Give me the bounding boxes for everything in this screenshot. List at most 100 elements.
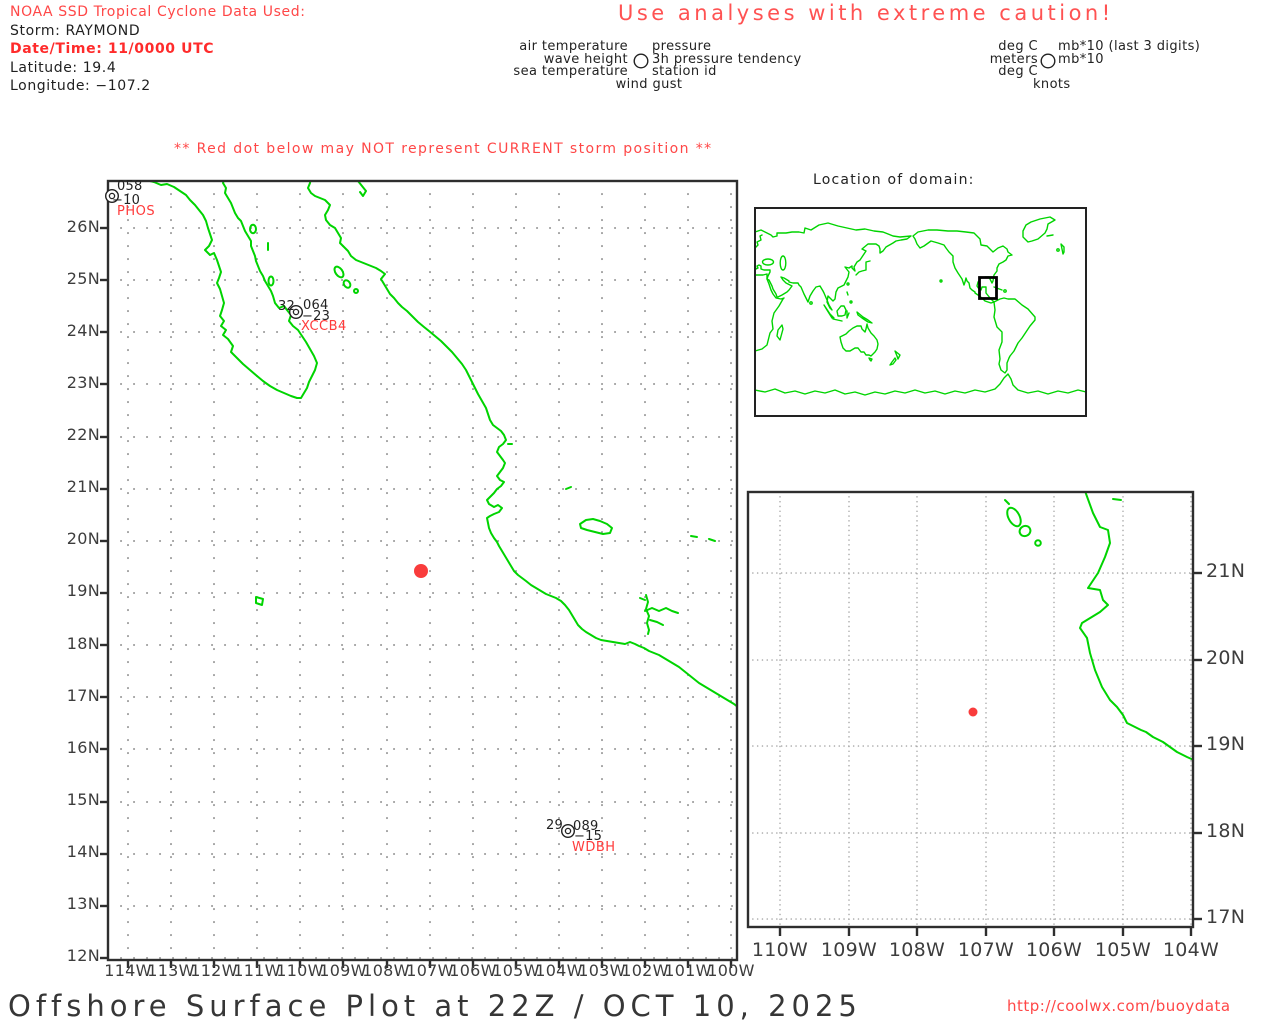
source-url: http://coolwx.com/buoydata: [1007, 997, 1231, 1015]
station-XCCB4-id: XCCB4: [301, 319, 347, 334]
inset-lon-105W: 105W: [1094, 939, 1152, 961]
storm-position-dot: [414, 564, 428, 578]
sonora-inland-water: [357, 181, 367, 197]
isla-carmen: [267, 275, 275, 287]
americas-coast: [912, 229, 1036, 374]
uk: [1060, 243, 1065, 255]
inset-lon-110W: 110W: [751, 939, 809, 961]
main-lat-24N: 24N: [66, 321, 100, 340]
main-lat-21N: 21N: [66, 477, 100, 496]
madagascar: [776, 324, 784, 341]
legend-wind-gust: wind gust: [615, 77, 683, 92]
caution-heading: Use analyses with extreme caution!: [618, 1, 1114, 25]
legend-sea-temp: sea temperature: [513, 64, 628, 79]
inset-lat-18N: 18N: [1206, 820, 1246, 842]
coastal-lagoon-inset: [1112, 498, 1122, 501]
legend-units-circle: [1040, 53, 1056, 69]
eurasia-coast: [755, 222, 912, 311]
socorro-island: [255, 596, 264, 606]
inset-lat-21N: 21N: [1206, 560, 1246, 582]
longitude-line: Longitude: −107.2: [10, 78, 151, 94]
lake-chapala: [579, 518, 613, 535]
latitude-line: Latitude: 19.4: [10, 60, 117, 76]
legend-unit-wind-gust: knots: [1033, 77, 1071, 92]
inset-lon-104W: 104W: [1162, 939, 1220, 961]
australia: [839, 323, 879, 357]
legend-unit-tendency: mb*10: [1058, 52, 1104, 67]
hawaii: [939, 279, 943, 283]
inset-lat-20N: 20N: [1206, 647, 1246, 669]
black-sea: [761, 258, 775, 266]
new-zealand-north: [894, 350, 901, 360]
philippines: [846, 291, 849, 296]
islet-inset: [1004, 499, 1010, 505]
isla-maria-madre-inset: [1006, 506, 1022, 528]
isla-tortuga: [249, 223, 257, 235]
hispaniola: [1003, 289, 1007, 293]
main-lat-22N: 22N: [66, 425, 100, 444]
inset-lat-17N: 17N: [1206, 906, 1246, 928]
main-lat-26N: 26N: [66, 217, 100, 236]
storm-position-warning: ** Red dot below may NOT represent CURRE…: [174, 141, 713, 157]
storm-position-dot-inset: [968, 707, 978, 717]
main-lat-15N: 15N: [66, 790, 100, 809]
station-PHOS-pressure: 058: [117, 179, 143, 194]
main-lat-12N: 12N: [66, 946, 100, 965]
sri-lanka: [809, 301, 813, 305]
isla-maria-cleofas-inset: [1034, 539, 1042, 547]
laguna-dash: [565, 486, 572, 490]
taiwan: [846, 282, 850, 286]
main-lat-25N: 25N: [66, 269, 100, 288]
inset-lon-109W: 109W: [820, 939, 878, 961]
main-lat-16N: 16N: [66, 738, 100, 757]
new-guinea: [856, 311, 873, 324]
iceland: [1046, 234, 1054, 237]
mexico-mainland-coast: [307, 181, 737, 708]
isla-maria-cleofas: [353, 288, 359, 294]
main-lat-13N: 13N: [66, 894, 100, 913]
main-lat-20N: 20N: [66, 529, 100, 548]
main-map-coastlines: [145, 181, 737, 708]
plot-title: Offshore Surface Plot at 22Z / OCT 10, 2…: [8, 989, 862, 1023]
main-lon-100W: 100W: [707, 961, 755, 980]
java: [832, 318, 843, 322]
station-WDBH-air-temp: 29: [546, 818, 563, 833]
japan: [855, 260, 871, 276]
legend-unit-sea-temp: deg C: [998, 64, 1038, 79]
station-XCCB4-air-temp: 32: [278, 299, 295, 314]
greenland: [1022, 216, 1056, 243]
mindanao: [849, 300, 853, 304]
inset-lon-106W: 106W: [1025, 939, 1083, 961]
nayarit-jalisco-coast: [1079, 492, 1193, 761]
borneo: [836, 305, 847, 317]
caspian-sea: [779, 255, 787, 271]
inset-lat-19N: 19N: [1206, 733, 1246, 755]
main-lat-14N: 14N: [66, 842, 100, 861]
small-lake-1: [690, 535, 698, 538]
isla-maria-madre: [333, 265, 345, 279]
station-PHOS-id: PHOS: [117, 204, 156, 219]
legend-station-circle: [633, 53, 649, 69]
inset-lon-108W: 108W: [888, 939, 946, 961]
inset-map-coastlines: [1004, 492, 1193, 761]
baja-california-coast: [145, 181, 318, 399]
ireland: [1056, 248, 1060, 252]
isla-maria-magdalena: [342, 279, 352, 289]
inset-lon-107W: 107W: [957, 939, 1015, 961]
main-lat-18N: 18N: [66, 634, 100, 653]
buoy-plot-page: NOAA SSD Tropical Cyclone Data Used: Sto…: [0, 0, 1280, 1024]
legend-station-id: station id: [652, 64, 717, 79]
main-lat-23N: 23N: [66, 373, 100, 392]
new-zealand-south: [889, 357, 897, 366]
main-lat-19N: 19N: [66, 581, 100, 600]
world-map-coastlines: [755, 216, 1086, 396]
main-lat-17N: 17N: [66, 686, 100, 705]
tasmania: [868, 357, 873, 362]
small-lake-2: [708, 538, 716, 542]
antarctica: [755, 373, 1086, 396]
sulawesi: [846, 310, 850, 319]
storm-name-line: Storm: RAYMOND: [10, 23, 141, 39]
station-WDBH-id: WDBH: [572, 840, 616, 855]
baltic-coast: [755, 234, 763, 249]
noaa-data-line: NOAA SSD Tropical Cyclone Data Used:: [10, 4, 306, 20]
